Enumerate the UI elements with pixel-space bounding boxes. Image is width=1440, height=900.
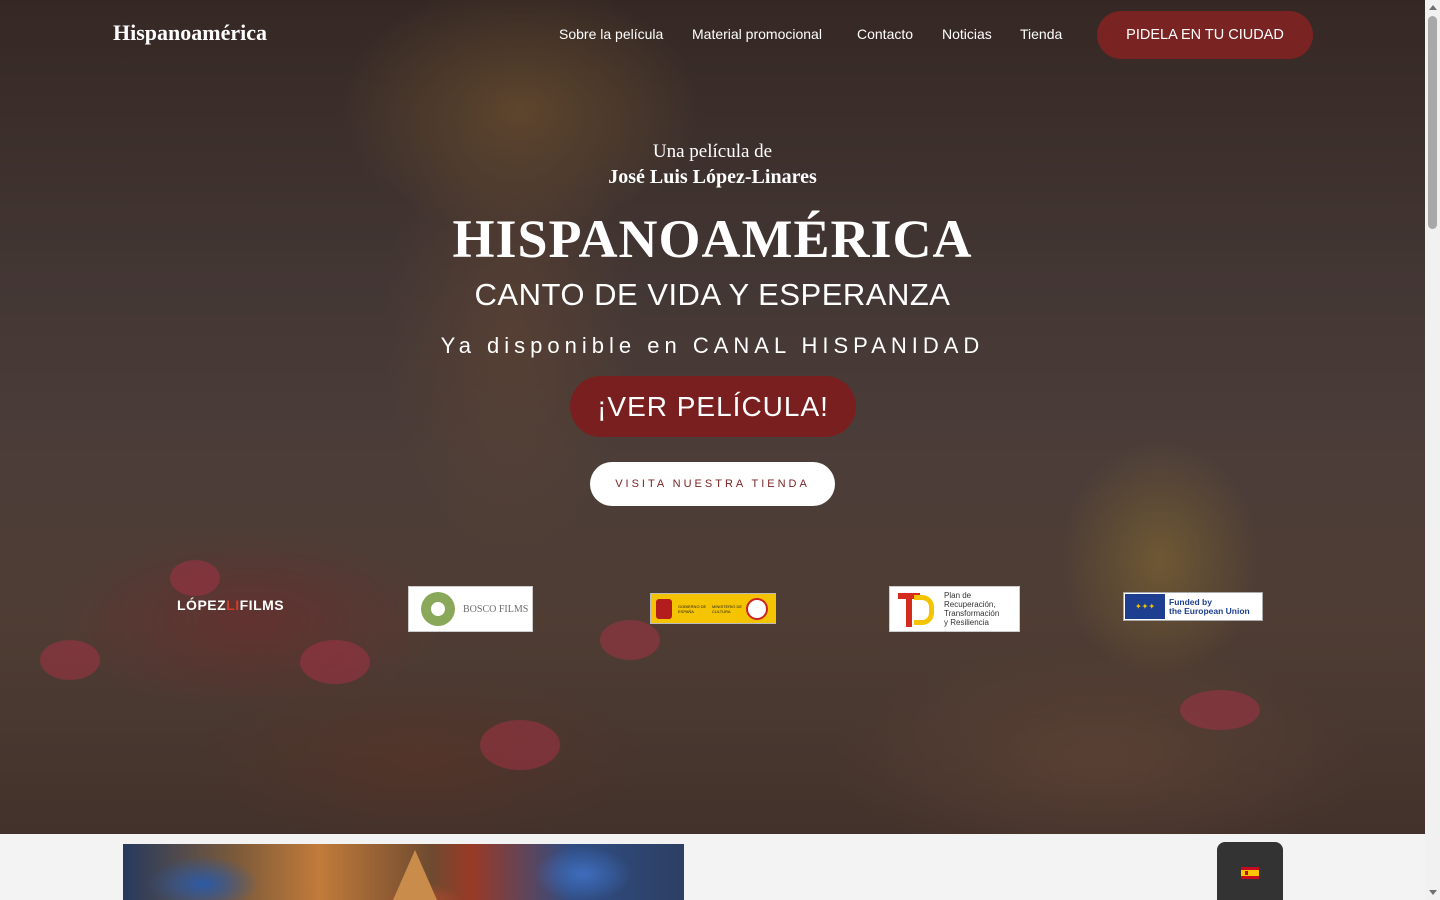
- gobierno-text: GOBIERNO DE ESPAÑA: [678, 603, 707, 614]
- lopez-logo-text-b: LI: [226, 597, 240, 613]
- nav-link-material[interactable]: Material promocional: [692, 26, 822, 42]
- film-subtitle: CANTO DE VIDA Y ESPERANZA: [474, 277, 951, 312]
- film-title: HISPANOAMÉRICA: [452, 209, 973, 269]
- nav-link-contacto[interactable]: Contacto: [857, 26, 913, 42]
- ministerio-cultura-logo[interactable]: GOBIERNO DE ESPAÑA MINISTERIO DE CULTURA: [650, 593, 776, 624]
- watch-film-button[interactable]: ¡VER PELÍCULA!: [570, 376, 856, 437]
- nav-link-sobre[interactable]: Sobre la película: [559, 26, 663, 42]
- nav-link-tienda[interactable]: Tienda: [1020, 26, 1062, 42]
- page-scrollbar[interactable]: [1425, 0, 1440, 900]
- language-switcher[interactable]: [1217, 842, 1283, 900]
- bosco-films-logo[interactable]: BOSCO FILMS: [408, 586, 533, 632]
- eu-line-2: the European Union: [1169, 605, 1250, 616]
- availability-text: Ya disponible en CANAL HISPANIDAD: [440, 333, 985, 358]
- lopez-logo-text-c: FILMS: [239, 597, 285, 613]
- byline-prefix: Una película de: [652, 141, 773, 162]
- lopezli-films-logo[interactable]: LÓPEZLIFILMS: [177, 597, 284, 613]
- spain-flag-icon: [1241, 867, 1259, 879]
- prtr-line-3: Transformación: [944, 609, 1000, 618]
- plan-recuperacion-text: Plan de Recuperación, Transformación y R…: [944, 591, 999, 627]
- plan-recuperacion-logo[interactable]: Plan de Recuperación, Transformación y R…: [889, 586, 1020, 632]
- lopez-logo-text-a: LÓPEZ: [177, 597, 227, 613]
- ministerio-text: MINISTERIO DE CULTURA: [712, 603, 743, 614]
- scroll-up-icon[interactable]: [1429, 5, 1437, 10]
- request-in-city-button[interactable]: PIDELA EN TU CIUDAD: [1097, 11, 1313, 59]
- prtr-line-1: Plan de: [944, 591, 972, 600]
- site-brand[interactable]: Hispanoamérica: [113, 20, 267, 46]
- pyramid-shape: [393, 850, 437, 900]
- icaa-icon: [746, 597, 768, 620]
- eu-funded-logo[interactable]: ✦✦✦ Funded by the European Union: [1123, 592, 1263, 621]
- prtr-line-4: y Resiliencia: [944, 618, 989, 627]
- prtr-line-2: Recuperación,: [944, 600, 996, 609]
- eu-funded-text: Funded by the European Union: [1169, 597, 1250, 616]
- film-reel-icon: [421, 592, 455, 626]
- nav-link-noticias[interactable]: Noticias: [942, 26, 992, 42]
- director-name: José Luis López-Linares: [608, 166, 817, 188]
- scroll-down-icon[interactable]: [1429, 890, 1437, 895]
- visit-shop-button[interactable]: VISITA NUESTRA TIENDA: [590, 462, 835, 506]
- mural-image: [123, 844, 684, 900]
- bosco-logo-text: BOSCO FILMS: [463, 603, 529, 615]
- eu-flag-icon: ✦✦✦: [1125, 594, 1165, 619]
- coat-of-arms-icon: [656, 598, 672, 619]
- tr-mark-icon: [898, 589, 938, 629]
- scrollbar-thumb[interactable]: [1428, 16, 1437, 229]
